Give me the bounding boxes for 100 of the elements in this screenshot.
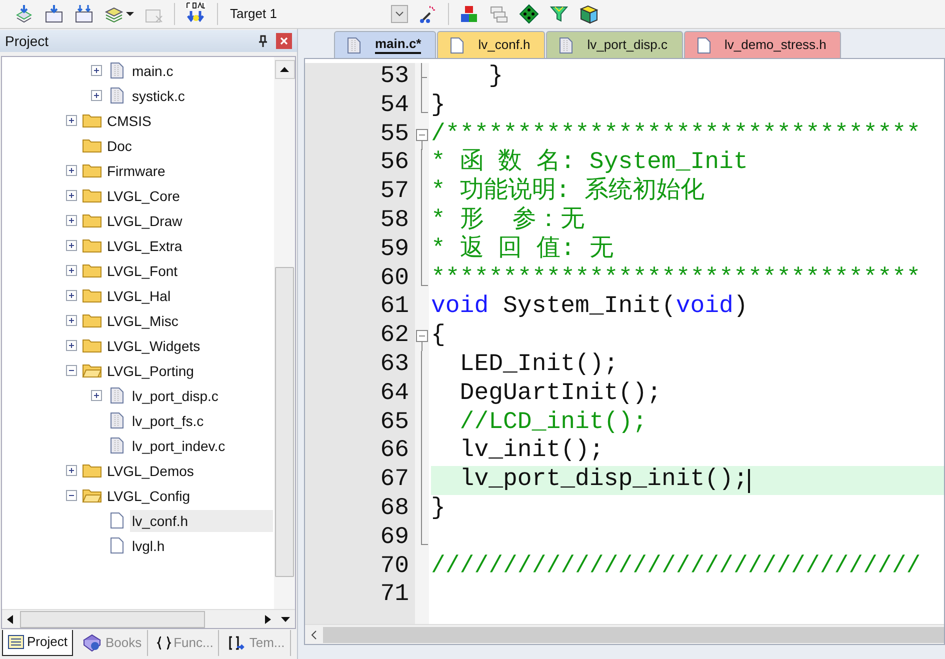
code-line: DegUartInit();	[458, 380, 662, 409]
code-comment: * 形 参：无	[431, 206, 585, 235]
line-number: 59	[380, 236, 409, 265]
tree-item[interactable]: LVGL_Misc	[105, 310, 180, 332]
file-icon	[559, 36, 574, 54]
scrollbar-thumb[interactable]	[20, 610, 205, 628]
file-icon	[110, 387, 124, 404]
line-number: 70	[380, 552, 409, 582]
folder-icon	[82, 238, 102, 253]
folder-icon	[82, 213, 102, 228]
file-tab[interactable]: lv_conf.h	[437, 31, 546, 58]
chevron-left-icon[interactable]	[311, 630, 317, 640]
panel-title: Project	[5, 32, 49, 51]
line-number: 56	[380, 149, 409, 178]
folder-icon	[82, 163, 102, 178]
file-tab[interactable]: main.c*	[334, 31, 436, 58]
arrow-down-icon[interactable]	[281, 616, 290, 622]
folder-icon	[82, 288, 102, 303]
tree-item[interactable]: lv_port_fs.c	[130, 410, 206, 432]
code-line: }	[431, 92, 446, 121]
arrow-left-icon[interactable]	[7, 614, 13, 624]
arrow-right-icon[interactable]	[265, 614, 271, 624]
tree-item[interactable]: LVGL_Porting	[105, 360, 196, 382]
vertical-scrollbar[interactable]	[274, 57, 295, 609]
tree-item[interactable]: LVGL_Draw	[105, 210, 184, 232]
tree-item[interactable]: systick.c	[130, 84, 187, 106]
tree-item[interactable]: CMSIS	[105, 110, 154, 132]
funnel-icon[interactable]	[549, 4, 569, 24]
download-tray-icon[interactable]	[44, 4, 64, 24]
folder-icon	[82, 138, 102, 153]
line-number: 64	[380, 380, 409, 409]
folder-icon	[82, 338, 102, 353]
tree-item[interactable]: lv_port_disp.c	[130, 384, 220, 406]
line-number: 61	[380, 293, 409, 322]
tree-item[interactable]: LVGL_Core	[105, 184, 182, 206]
code-comment: /*********************************	[431, 120, 921, 148]
scrollbar-thumb[interactable]	[323, 626, 944, 642]
fold-end-mark	[421, 92, 428, 113]
target-select[interactable]: Target 1	[228, 3, 408, 25]
line-number: 69	[380, 524, 409, 553]
line-number: 68	[380, 494, 409, 524]
layers-download-icon[interactable]	[14, 4, 34, 24]
fold-line	[421, 63, 427, 92]
open-folder-icon	[82, 363, 102, 378]
line-number: 57	[380, 178, 409, 207]
close-icon[interactable]	[280, 37, 288, 45]
book-icon	[82, 634, 102, 652]
line-number: 53	[380, 63, 409, 92]
stacked-windows-icon[interactable]	[489, 4, 509, 24]
file-icon	[696, 36, 711, 54]
line-number: 66	[380, 437, 409, 466]
code-line: LED_Init();	[458, 350, 618, 380]
line-number: 60	[380, 264, 409, 294]
tree-item[interactable]: LVGL_Hal	[105, 284, 173, 306]
magic-wand-icon[interactable]	[418, 4, 438, 24]
line-number: 67	[380, 466, 409, 495]
code-comment: * 返 回 值: 无	[431, 236, 614, 265]
tree-item[interactable]: lv_port_indev.c	[130, 434, 228, 456]
file-tab[interactable]: lv_demo_stress.h	[684, 31, 842, 58]
tree-item[interactable]: LVGL_Config	[105, 484, 192, 506]
scrollbar-thumb[interactable]	[275, 267, 294, 577]
code-comment: //LCD_init();	[458, 408, 648, 438]
file-tab[interactable]: lv_port_disp.c	[546, 31, 683, 58]
file-icon	[110, 512, 124, 529]
fold-end-mark	[421, 524, 428, 545]
dropdown-arrow-icon[interactable]	[126, 12, 134, 16]
folder-icon	[82, 263, 102, 278]
diamond-dots-icon[interactable]	[519, 4, 539, 24]
tree-item[interactable]: LVGL_Font	[105, 260, 180, 282]
panel-tab[interactable]: Project	[2, 630, 74, 656]
tree-item[interactable]: Firmware	[105, 160, 168, 182]
arrow-up-icon[interactable]	[280, 67, 289, 72]
scroll-up-button[interactable]	[274, 60, 294, 79]
tree-item[interactable]: Doc	[105, 134, 134, 156]
pin-icon[interactable]	[258, 35, 268, 47]
tree-item[interactable]: LVGL_Demos	[105, 460, 196, 482]
folder-icon	[82, 113, 102, 128]
tree-item[interactable]: lv_conf.h	[130, 510, 273, 532]
tree-item[interactable]: LVGL_Extra	[105, 234, 184, 256]
dropdown-button[interactable]	[391, 5, 408, 23]
tree-item[interactable]: main.c	[130, 60, 176, 82]
line-number: 62	[380, 322, 409, 351]
folder-icon	[82, 463, 102, 478]
file-icon	[110, 412, 124, 429]
open-folder-icon	[82, 488, 102, 503]
chevron-down-icon[interactable]	[395, 11, 404, 17]
colored-blocks-icon[interactable]	[459, 4, 479, 24]
code-line: lv_init();	[458, 437, 604, 466]
horizontal-scrollbar[interactable]	[305, 624, 944, 644]
multi-download-tray-icon[interactable]	[74, 4, 94, 24]
folder-icon	[82, 188, 102, 203]
file-icon	[110, 87, 124, 104]
tiles-icon[interactable]	[579, 4, 599, 24]
tree-item[interactable]: LVGL_Widgets	[105, 334, 202, 356]
code-comment: //////////////////////////////////	[431, 552, 921, 582]
tree-item[interactable]: lvgl.h	[130, 534, 167, 556]
horizontal-scrollbar[interactable]	[2, 609, 295, 628]
code-line: lv_port_disp_init();	[458, 466, 748, 495]
file-icon	[110, 537, 124, 554]
close-button[interactable]	[276, 33, 292, 49]
